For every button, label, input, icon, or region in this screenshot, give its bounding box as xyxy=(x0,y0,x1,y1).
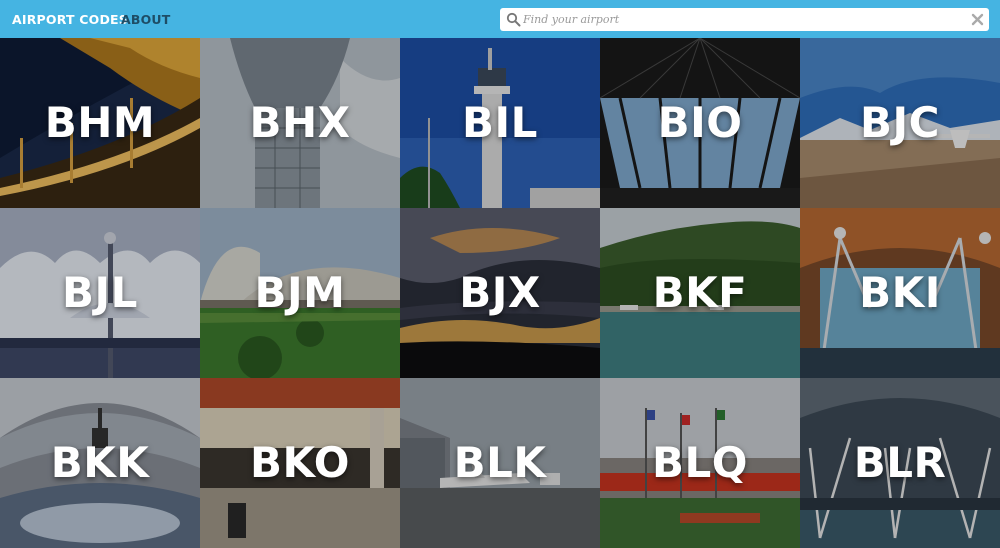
airport-grid: BHM BHX BIL BIO BJC BJL BJM BJX BKF BKI … xyxy=(0,38,1000,548)
airport-tile[interactable]: BJX xyxy=(400,208,600,378)
airport-code: BHM xyxy=(44,98,156,147)
airport-code: BLK xyxy=(453,438,547,487)
airport-code: BLR xyxy=(853,438,947,487)
airport-tile[interactable]: BLQ xyxy=(600,378,800,548)
airport-code: BJC xyxy=(860,98,940,147)
airport-tile[interactable]: BJL xyxy=(0,208,200,378)
magnifier-icon xyxy=(506,12,521,27)
about-link[interactable]: ABOUT xyxy=(121,11,171,29)
airport-code: BIO xyxy=(657,98,743,147)
airport-tile[interactable]: BIO xyxy=(600,38,800,208)
search-input[interactable] xyxy=(523,10,963,29)
airport-tile[interactable]: BLK xyxy=(400,378,600,548)
airport-code: BKI xyxy=(859,268,941,317)
airport-tile[interactable]: BHM xyxy=(0,38,200,208)
airport-tile[interactable]: BJM xyxy=(200,208,400,378)
home-link[interactable]: AIRPORT CODES xyxy=(12,11,128,29)
airport-code: BKK xyxy=(50,438,150,487)
clear-x-icon[interactable] xyxy=(971,13,984,26)
airport-code: BHX xyxy=(249,98,351,147)
airport-code: BKO xyxy=(250,438,350,487)
airport-code: BIL xyxy=(462,98,538,147)
search-box xyxy=(500,8,989,31)
airport-tile[interactable]: BLR xyxy=(800,378,1000,548)
airport-tile[interactable]: BHX xyxy=(200,38,400,208)
airport-code: BKF xyxy=(652,268,748,317)
airport-tile[interactable]: BKO xyxy=(200,378,400,548)
airport-tile[interactable]: BKK xyxy=(0,378,200,548)
airport-code: BJX xyxy=(459,268,541,317)
airport-tile[interactable]: BJC xyxy=(800,38,1000,208)
airport-code: BLQ xyxy=(652,438,748,487)
airport-code: BJM xyxy=(254,268,346,317)
airport-tile[interactable]: BKI xyxy=(800,208,1000,378)
top-bar: AIRPORT CODES ABOUT xyxy=(0,0,1000,38)
airport-code: BJL xyxy=(62,268,138,317)
airport-tile[interactable]: BIL xyxy=(400,38,600,208)
airport-tile[interactable]: BKF xyxy=(600,208,800,378)
